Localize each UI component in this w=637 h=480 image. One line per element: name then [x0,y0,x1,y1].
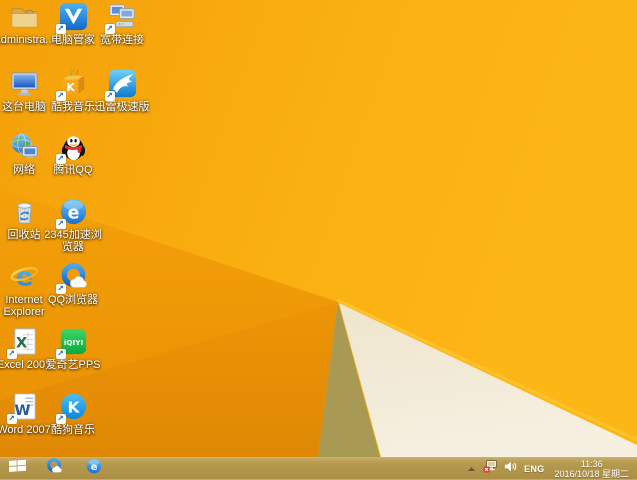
shortcut-arrow-icon: ↗ [55,91,66,101]
network-status-button[interactable] [483,459,498,478]
shortcut-arrow-icon: ↗ [55,284,66,294]
browser-2345-icon: e ↗ [55,196,89,229]
taskbar-browser-2345-button[interactable]: e [74,458,114,480]
excel-icon: X ↗ [6,326,40,359]
clock[interactable]: 11:36 2016/10/18 星期二 [551,459,632,479]
shortcut-arrow-icon: ↗ [104,24,115,34]
browser-2345-icon: e [85,457,103,480]
svg-text:K: K [67,398,80,416]
svg-text:e: e [91,462,98,473]
desktop-icon-thunder[interactable]: ↗ 迅雷极速版 [91,68,153,113]
desktop-icon-kugou[interactable]: K ↗ 酷狗音乐 [42,391,104,436]
kugou-icon: K ↗ [55,391,89,424]
svg-text:iQIYI: iQIYI [63,338,83,347]
start-button[interactable] [0,458,34,480]
shortcut-arrow-icon: ↗ [55,349,66,359]
taskbar: e ENG 11:36 2016/10/18 星期二 [0,457,637,479]
kuwo-music-icon: K ♪ ♪ ↗ [55,68,89,101]
shortcut-arrow-icon: ↗ [6,414,17,424]
word-icon: W ↗ [6,391,40,424]
thunder-icon: ↗ [104,68,138,101]
desktop[interactable]: Administra... ↗ 电脑管家 ↗ 宽带连接 这台电脑 K ♪ ♪ ↗… [0,0,637,457]
language-indicator[interactable]: ENG [524,464,544,474]
this-pc-icon [9,68,40,99]
speaker-icon [504,460,517,478]
shortcut-arrow-icon: ↗ [55,414,66,424]
desktop-icon-label: 宽带连接 [100,34,144,46]
desktop-icon-label: 酷狗音乐 [51,424,95,436]
clock-time: 11:36 [580,458,603,469]
clock-date: 2016/10/18 星期二 [554,468,629,479]
iqiyi-icon: iQIYI ↗ [55,326,89,359]
network-icon [9,131,40,162]
network-disconnected-icon [483,459,498,478]
desktop-icon-broadband[interactable]: ↗ 宽带连接 [91,1,153,46]
system-tray: ENG 11:36 2016/10/18 星期二 [467,458,637,480]
desktop-icon-qq[interactable]: ↗ 腾讯QQ [42,131,104,176]
svg-text:♪: ♪ [69,69,73,77]
desktop-icon-label: 迅雷极速版 [94,101,150,113]
internet-explorer-icon: e [9,261,40,292]
pc-manager-icon: ↗ [55,1,89,34]
chevron-up-icon [467,460,476,478]
broadband-icon: ↗ [104,1,138,34]
desktop-icon-qq-browser[interactable]: ↗ QQ浏览器 [42,261,104,306]
shortcut-arrow-icon: ↗ [55,219,66,229]
shortcut-arrow-icon: ↗ [6,349,17,359]
shortcut-arrow-icon: ↗ [55,154,66,164]
svg-text:X: X [15,335,26,351]
volume-button[interactable] [504,460,517,478]
qq-browser-icon [45,457,63,480]
desktop-icon-label: 2345加速浏览器 [44,229,102,253]
desktop-icon-label: QQ浏览器 [47,294,99,306]
svg-text:e: e [67,203,79,223]
show-hidden-icons-button[interactable] [467,460,476,478]
recycle-bin-icon [9,196,40,227]
qq-icon: ↗ [55,131,89,164]
svg-text:K: K [66,81,75,94]
shortcut-arrow-icon: ↗ [55,24,66,34]
desktop-icon-iqiyi[interactable]: iQIYI ↗ 爱奇艺PPS [42,326,104,371]
desktop-icon-label: 爱奇艺PPS [45,359,101,371]
qq-browser-icon: ↗ [55,261,89,294]
desktop-icon-label: 腾讯QQ [53,164,93,176]
admin-folder-icon [9,1,40,32]
shortcut-arrow-icon: ↗ [104,91,115,101]
windows-logo-icon [8,459,26,478]
taskbar-qq-browser-button[interactable] [34,458,74,480]
svg-text:♪: ♪ [75,69,79,76]
desktop-icon-browser-2345[interactable]: e ↗ 2345加速浏览器 [42,196,104,253]
